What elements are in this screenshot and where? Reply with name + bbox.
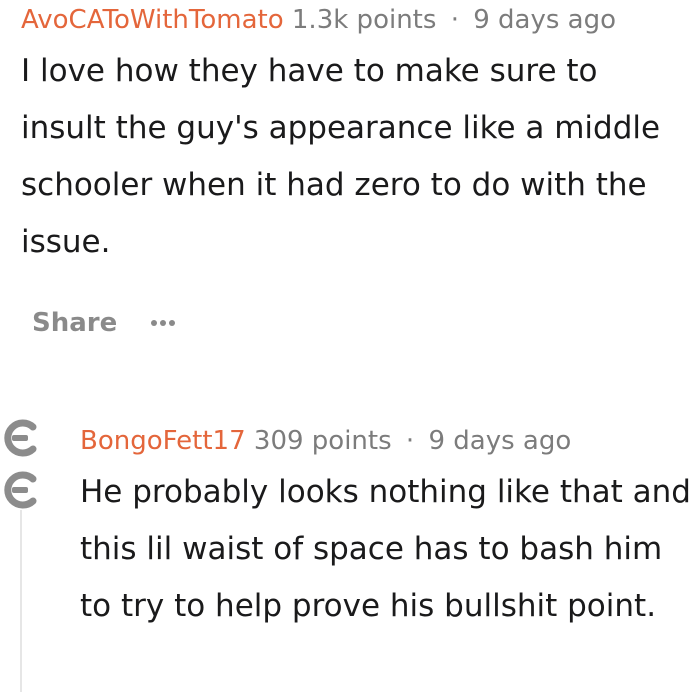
meta-separator: · bbox=[405, 426, 415, 456]
dot-icon bbox=[169, 320, 176, 326]
comment-timestamp[interactable]: 9 days ago bbox=[428, 426, 571, 456]
comment-meta: AvoCAToWithTomato 1.3k points · 9 days a… bbox=[21, 0, 691, 40]
comment-timestamp[interactable]: 9 days ago bbox=[473, 5, 616, 35]
thread-line[interactable] bbox=[20, 510, 22, 692]
comment-points: 1.3k points bbox=[291, 5, 437, 35]
share-button[interactable]: Share bbox=[32, 308, 117, 338]
comment-meta: BongoFett17 309 points · 9 days ago bbox=[80, 421, 692, 461]
dot-icon bbox=[160, 320, 167, 326]
comment: AvoCAToWithTomato 1.3k points · 9 days a… bbox=[21, 0, 691, 271]
comment-actions: Share bbox=[32, 303, 176, 343]
comment-body: He probably looks nothing like that and … bbox=[80, 474, 691, 624]
meta-separator: · bbox=[450, 5, 459, 35]
collapse-thread-icon[interactable] bbox=[0, 418, 40, 458]
comment-points: 309 points bbox=[253, 426, 392, 456]
comment-author-link[interactable]: AvoCAToWithTomato bbox=[21, 5, 284, 35]
reply-comment: BongoFett17 309 points · 9 days ago He p… bbox=[80, 421, 692, 635]
more-options-button[interactable] bbox=[151, 320, 176, 326]
comment-body: I love how they have to make sure to ins… bbox=[21, 53, 661, 260]
collapse-thread-icon[interactable] bbox=[0, 470, 40, 510]
comment-author-link[interactable]: BongoFett17 bbox=[80, 426, 246, 456]
dot-icon bbox=[151, 320, 158, 326]
